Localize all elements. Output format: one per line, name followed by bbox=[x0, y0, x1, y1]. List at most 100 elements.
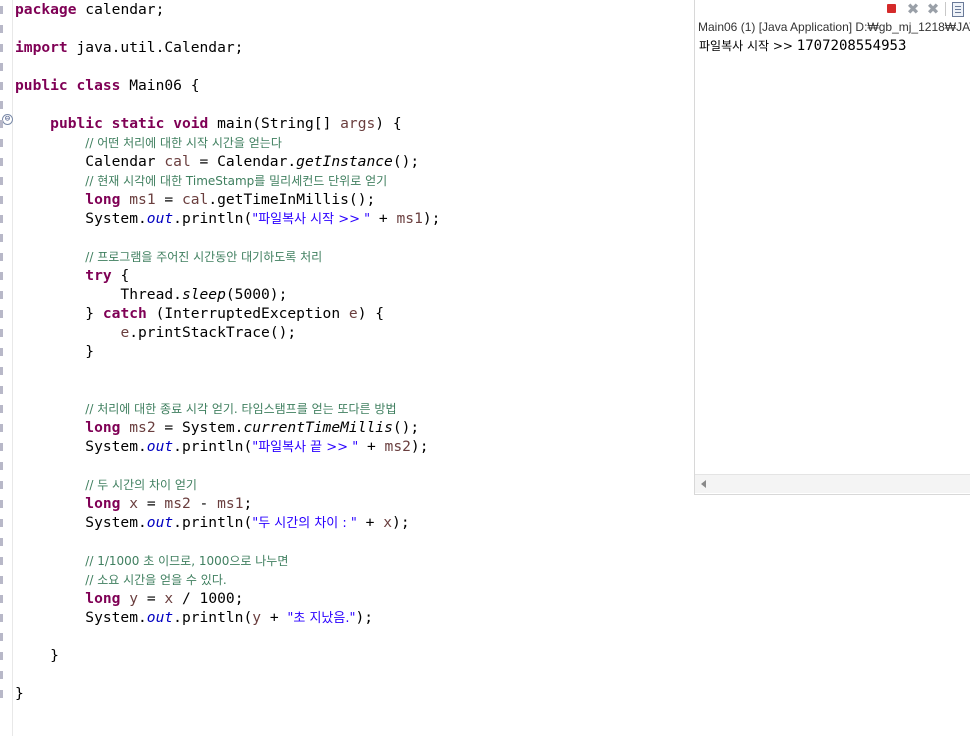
editor-gutter: ⊖ bbox=[0, 0, 13, 736]
code-token: long bbox=[85, 590, 121, 607]
code-line[interactable] bbox=[15, 532, 440, 551]
line-marker bbox=[0, 500, 3, 508]
code-line[interactable]: try { bbox=[15, 266, 440, 285]
code-line[interactable] bbox=[15, 228, 440, 247]
code-line[interactable]: // 현재 시각에 대한 TimeStamp를 밀리세컨드 단위로 얻기 bbox=[15, 171, 440, 190]
code-token: .getTimeInMillis(); bbox=[208, 191, 376, 208]
code-token: ms2 bbox=[129, 419, 156, 436]
code-token: y bbox=[252, 609, 262, 626]
code-token: x bbox=[383, 514, 393, 531]
code-line[interactable]: } bbox=[15, 342, 440, 361]
code-token: "초 지났음." bbox=[287, 611, 356, 626]
code-line[interactable]: System.out.println(y + "초 지났음."); bbox=[15, 608, 440, 627]
code-line[interactable]: public class Main06 { bbox=[15, 76, 440, 95]
code-token: "두 시간의 차이 : " bbox=[252, 516, 357, 531]
code-token: System. bbox=[15, 210, 147, 227]
code-line[interactable]: } bbox=[15, 684, 440, 703]
line-marker bbox=[0, 329, 3, 337]
code-token: // 어떤 처리에 대한 시작 시간을 얻는다 bbox=[85, 136, 282, 150]
code-line[interactable]: long ms2 = System.currentTimeMillis(); bbox=[15, 418, 440, 437]
code-line[interactable] bbox=[15, 665, 440, 684]
code-line[interactable]: // 어떤 처리에 대한 시작 시간을 얻는다 bbox=[15, 133, 440, 152]
code-token: ); bbox=[392, 514, 410, 531]
code-line[interactable] bbox=[15, 57, 440, 76]
code-line[interactable]: // 1/1000 초 이므로, 1000으로 나누면 bbox=[15, 551, 440, 570]
line-marker bbox=[0, 6, 3, 14]
line-marker bbox=[0, 462, 3, 470]
code-token: class bbox=[76, 77, 121, 94]
code-token: } bbox=[15, 685, 24, 702]
code-token: catch bbox=[102, 305, 147, 322]
code-token: java.util.Calendar; bbox=[67, 39, 244, 56]
code-line[interactable] bbox=[15, 95, 440, 114]
code-token: + bbox=[370, 210, 397, 227]
code-token: cal bbox=[164, 153, 191, 170]
terminate-icon[interactable] bbox=[884, 1, 900, 17]
code-line[interactable]: } bbox=[15, 646, 440, 665]
remove-launch-icon[interactable]: ✖ bbox=[905, 1, 921, 17]
open-console-icon[interactable] bbox=[952, 2, 964, 17]
code-area[interactable]: package calendar; import java.util.Calend… bbox=[15, 0, 440, 703]
code-token: ; bbox=[243, 495, 253, 512]
code-line[interactable]: public static void main(String[] args) { bbox=[15, 114, 440, 133]
console-view: ✖ ✖ Main06 (1) [Java Application] D:₩gb_… bbox=[694, 0, 970, 495]
code-token: cal bbox=[181, 191, 209, 208]
code-token: { bbox=[111, 267, 130, 284]
line-marker bbox=[0, 120, 3, 128]
code-token: Thread. bbox=[15, 286, 182, 303]
fold-collapse-icon[interactable]: ⊖ bbox=[2, 114, 13, 125]
code-token: .println( bbox=[173, 438, 253, 455]
code-line[interactable]: long x = ms2 - ms1; bbox=[15, 494, 440, 513]
code-line[interactable]: } catch (InterruptedException e) { bbox=[15, 304, 440, 323]
line-marker bbox=[0, 690, 3, 698]
code-token: .println( bbox=[173, 210, 253, 227]
line-marker bbox=[0, 557, 3, 565]
code-line[interactable]: System.out.println("파일복사 시작 >> " + ms1); bbox=[15, 209, 440, 228]
code-line[interactable]: System.out.println("파일복사 끝 >> " + ms2); bbox=[15, 437, 440, 456]
code-token: = System. bbox=[155, 419, 244, 436]
code-token: ); bbox=[355, 609, 374, 626]
code-line[interactable]: package calendar; bbox=[15, 0, 440, 19]
code-line[interactable] bbox=[15, 380, 440, 399]
code-token: (); bbox=[392, 153, 420, 170]
code-line[interactable]: e.printStackTrace(); bbox=[15, 323, 440, 342]
line-marker bbox=[0, 234, 3, 242]
remove-all-terminated-icon[interactable]: ✖ bbox=[925, 1, 941, 17]
code-line[interactable] bbox=[15, 19, 440, 38]
code-line[interactable]: // 소요 시간을 얻을 수 있다. bbox=[15, 570, 440, 589]
code-token: = bbox=[138, 590, 165, 607]
code-line[interactable] bbox=[15, 361, 440, 380]
code-token: out bbox=[146, 210, 174, 227]
horizontal-scrollbar[interactable] bbox=[695, 474, 970, 493]
code-line[interactable]: // 두 시간의 차이 얻기 bbox=[15, 475, 440, 494]
console-output[interactable]: 파일복사 시작 >> 1707208554953 bbox=[699, 37, 970, 55]
code-token: ); bbox=[410, 438, 429, 455]
scroll-left-icon[interactable] bbox=[701, 480, 706, 488]
code-line[interactable]: // 처리에 대한 종료 시각 얻기. 타임스탬프를 얻는 또다른 방법 bbox=[15, 399, 440, 418]
code-token: args bbox=[340, 115, 376, 132]
code-editor[interactable]: ⊖ package calendar; import java.util.Cale… bbox=[0, 0, 690, 736]
code-token: calendar; bbox=[76, 1, 165, 18]
code-line[interactable]: long y = x / 1000; bbox=[15, 589, 440, 608]
code-line[interactable]: System.out.println("두 시간의 차이 : " + x); bbox=[15, 513, 440, 532]
code-token: try bbox=[85, 267, 112, 284]
line-marker bbox=[0, 253, 3, 261]
code-line[interactable] bbox=[15, 627, 440, 646]
code-line[interactable]: long ms1 = cal.getTimeInMillis(); bbox=[15, 190, 440, 209]
code-token: package bbox=[15, 1, 77, 18]
code-line[interactable]: Calendar cal = Calendar.getInstance(); bbox=[15, 152, 440, 171]
code-line[interactable]: Thread.sleep(5000); bbox=[15, 285, 440, 304]
code-line[interactable]: // 프로그램을 주어진 시간동안 대기하도록 처리 bbox=[15, 247, 440, 266]
code-token: = bbox=[138, 495, 165, 512]
code-line[interactable]: import java.util.Calendar; bbox=[15, 38, 440, 57]
code-line[interactable] bbox=[15, 456, 440, 475]
